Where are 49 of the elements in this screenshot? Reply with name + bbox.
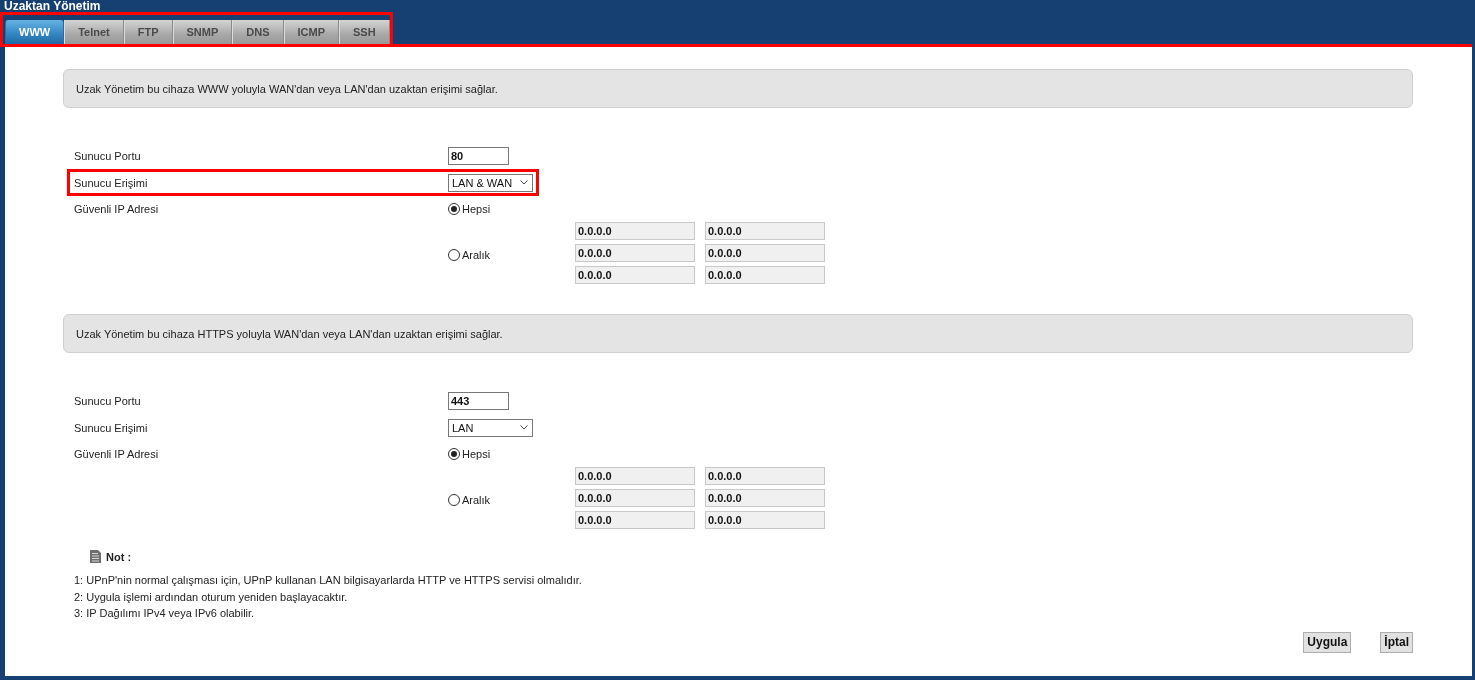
radio-button[interactable] [448, 249, 460, 261]
field-label: Sunucu Erişimi [74, 421, 149, 434]
tab[interactable]: FTP [123, 20, 173, 44]
ip-address-field[interactable]: 0.0.0.0 [705, 266, 825, 284]
ip-address-field[interactable]: 0.0.0.0 [575, 511, 695, 529]
access-dropdown[interactable]: LAN [448, 418, 533, 437]
ip-address-field[interactable]: 0.0.0.0 [575, 266, 695, 284]
radio-label: Aralık [462, 249, 491, 261]
radio-label: Hepsi [462, 448, 491, 460]
radio-button[interactable] [448, 494, 460, 506]
field-label: Sunucu Portu [74, 149, 142, 162]
radio-label: Aralık [462, 494, 491, 506]
access-dropdown[interactable]: LAN & WAN [448, 173, 533, 192]
radio-label: Hepsi [462, 203, 491, 215]
field-label: Güvenli IP Adresi [74, 447, 160, 462]
port-field[interactable]: 80 [448, 146, 509, 165]
info-banner: Uzak Yönetim bu cihaza HTTPS yoluyla WAN'dan veya LAN'dan uzaktan erişimi sağlar. [63, 314, 1413, 353]
note-text: 2: Uygula işlemi ardından oturum yeniden başlayacaktır. [74, 589, 348, 605]
chevron-down-icon [520, 180, 528, 185]
ip-address-field[interactable]: 0.0.0.0 [575, 222, 695, 240]
note-text: 1: UPnP'nin normal çalışması için, UPnP kullanan LAN bilgisayarlarda HTTP ve HTTPS servisi olmalıdır. [74, 573, 582, 588]
port-field[interactable]: 443 [448, 391, 509, 410]
tab[interactable]: SNMP [172, 20, 233, 44]
document-icon [90, 550, 101, 563]
field-label: Güvenli IP Adresi [74, 202, 160, 217]
ip-address-field[interactable]: 0.0.0.0 [705, 467, 825, 485]
ip-address-field[interactable]: 0.0.0.0 [575, 244, 695, 262]
tab[interactable]: WWW [5, 20, 65, 44]
ip-address-field[interactable]: 0.0.0.0 [575, 467, 695, 485]
ip-address-field[interactable]: 0.0.0.0 [705, 511, 825, 529]
tab[interactable]: SSH [339, 20, 390, 44]
tab[interactable]: ICMP [283, 20, 340, 44]
radio-button[interactable] [448, 448, 460, 460]
apply-button[interactable]: Uygula [1303, 631, 1352, 653]
ip-address-field[interactable]: 0.0.0.0 [705, 244, 825, 262]
tab[interactable]: DNS [232, 20, 284, 44]
cancel-button[interactable]: İptal [1380, 631, 1413, 653]
note-text: 3: IP Dağılımı IPv4 veya IPv6 olabilir. [74, 606, 255, 621]
chevron-down-icon [520, 425, 528, 430]
field-label: Sunucu Portu [74, 394, 142, 407]
page-title: Uzaktan Yönetim [3, 0, 101, 12]
tab[interactable]: Telnet [64, 20, 124, 44]
ip-address-field[interactable]: 0.0.0.0 [575, 489, 695, 507]
ip-address-field[interactable]: 0.0.0.0 [705, 222, 825, 240]
note-title: Not : [106, 550, 132, 563]
radio-button[interactable] [448, 203, 460, 215]
ip-address-field[interactable]: 0.0.0.0 [705, 489, 825, 507]
info-banner: Uzak Yönetim bu cihaza WWW yoluyla WAN'dan veya LAN'dan uzaktan erişimi sağlar. [63, 69, 1413, 108]
field-label: Sunucu Erişimi [74, 176, 149, 189]
